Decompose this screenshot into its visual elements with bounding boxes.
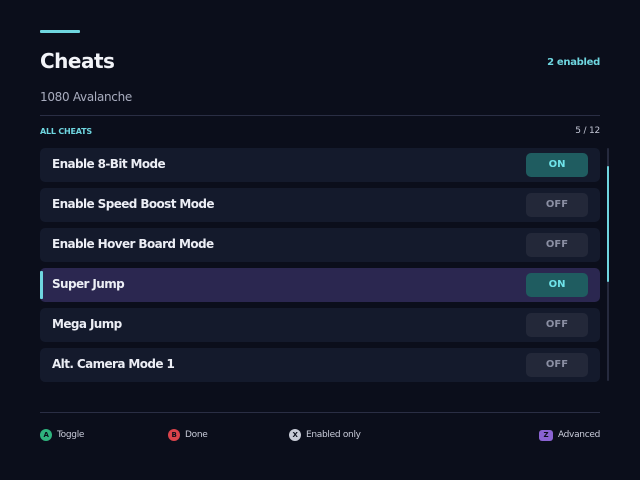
cheat-row[interactable]: Mega Jump OFF: [40, 308, 600, 342]
footer-divider: [40, 412, 600, 413]
cheat-toggle[interactable]: ON: [526, 273, 588, 297]
cheat-toggle[interactable]: OFF: [526, 233, 588, 257]
header-divider: [40, 115, 600, 116]
cheat-toggle[interactable]: ON: [526, 153, 588, 177]
game-name: 1080 Avalanche: [40, 90, 132, 104]
z-button-icon: Z: [538, 429, 553, 441]
cheat-row[interactable]: Enable Speed Boost Mode OFF: [40, 188, 600, 222]
cheat-list: Enable 8-Bit Mode ON Enable Speed Boost …: [40, 148, 600, 388]
x-button-icon: X: [289, 429, 301, 441]
cheat-row[interactable]: Alt. Camera Mode 1 OFF: [40, 348, 600, 382]
section-label: ALL CHEATS: [40, 127, 92, 136]
cheat-label: Alt. Camera Mode 1: [52, 357, 175, 371]
a-button-icon: A: [40, 429, 52, 441]
hint-enabled-only-label: Enabled only: [306, 430, 361, 440]
b-button-icon: B: [168, 429, 180, 441]
scrollbar-thumb[interactable]: [607, 166, 609, 282]
hint-toggle: A Toggle: [40, 428, 84, 442]
hint-enabled-only: X Enabled only: [289, 428, 361, 442]
cheat-row[interactable]: Enable 8-Bit Mode ON: [40, 148, 600, 182]
hint-advanced: Z Advanced: [538, 428, 600, 442]
cheat-row-selected[interactable]: Super Jump ON: [40, 268, 600, 302]
cheat-toggle[interactable]: OFF: [526, 193, 588, 217]
cheat-label: Enable Speed Boost Mode: [52, 197, 215, 211]
page-title: Cheats: [40, 49, 115, 73]
scrollbar[interactable]: [607, 148, 609, 381]
hint-toggle-label: Toggle: [57, 430, 85, 440]
cheat-label: Enable 8-Bit Mode: [52, 157, 166, 171]
cheat-label: Mega Jump: [52, 317, 122, 331]
hint-advanced-label: Advanced: [557, 430, 600, 440]
list-pager: 5 / 12: [575, 126, 600, 136]
cheat-label: Enable Hover Board Mode: [52, 237, 214, 251]
cheat-toggle[interactable]: OFF: [526, 313, 588, 337]
hint-done: B Done: [168, 428, 208, 442]
hint-done-label: Done: [185, 430, 208, 440]
header-accent-bar: [40, 30, 80, 33]
cheat-row[interactable]: Enable Hover Board Mode OFF: [40, 228, 600, 262]
enabled-count-badge: 2 enabled: [547, 57, 600, 68]
cheats-screen: Cheats 2 enabled 1080 Avalanche ALL CHEA…: [0, 0, 640, 480]
cheat-toggle[interactable]: OFF: [526, 353, 588, 377]
cheat-label: Super Jump: [52, 277, 125, 291]
